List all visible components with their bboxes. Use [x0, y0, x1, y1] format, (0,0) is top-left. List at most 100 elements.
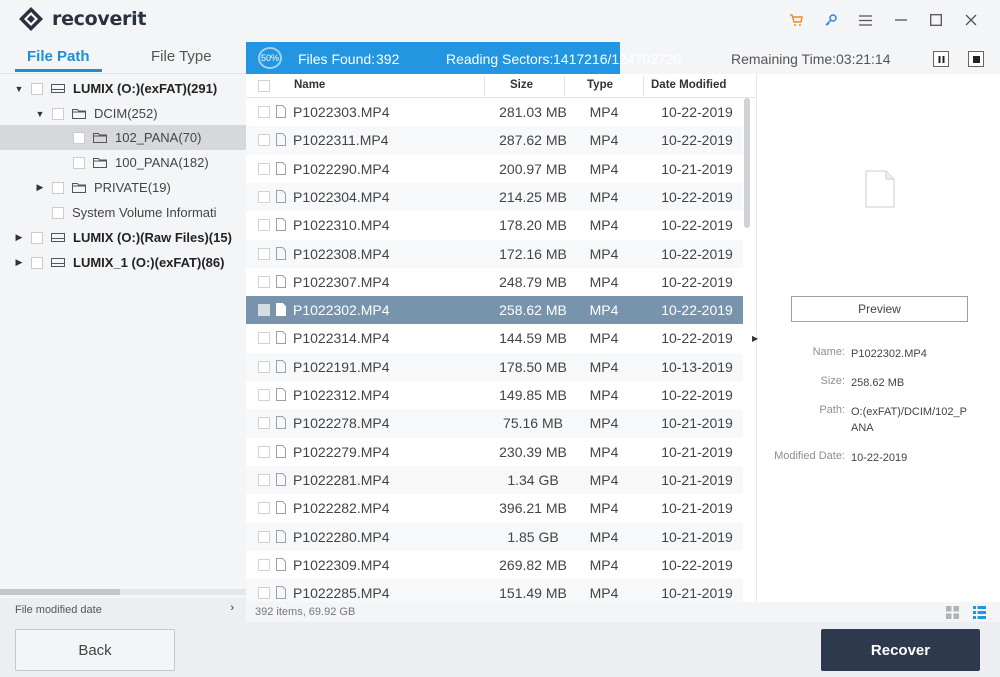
table-row[interactable]: P1022309.MP4 269.82 MB MP4 10-22-2019	[246, 551, 743, 579]
file-type: MP4	[589, 217, 619, 234]
file-modified-date-filter[interactable]: File modified date ›	[0, 598, 246, 622]
row-checkbox[interactable]	[258, 473, 270, 486]
chevron-down-icon[interactable]: ▼	[13, 84, 25, 94]
maximize-icon[interactable]	[918, 8, 953, 32]
table-row[interactable]: P1022303.MP4 281.03 MB MP4 10-22-2019	[246, 98, 743, 126]
row-checkbox[interactable]	[258, 134, 270, 147]
file-size: 230.39 MB	[499, 443, 567, 460]
table-row[interactable]: P1022307.MP4 248.79 MB MP4 10-22-2019	[246, 268, 743, 296]
table-row[interactable]: P1022280.MP4 1.85 GB MP4 10-21-2019	[246, 522, 743, 551]
tree-checkbox[interactable]	[31, 82, 43, 95]
tree-item-102-pana[interactable]: 102_PANA(70)	[0, 125, 246, 150]
tree-checkbox[interactable]	[73, 131, 85, 144]
tree-item-system-volume[interactable]: System Volume Informati	[0, 200, 246, 225]
row-checkbox[interactable]	[258, 275, 270, 288]
tab-file-path[interactable]: File Path	[15, 48, 101, 72]
column-header-type[interactable]: Type	[587, 79, 613, 91]
pause-button[interactable]	[933, 51, 949, 67]
tree-checkbox[interactable]	[31, 256, 43, 269]
row-checkbox[interactable]	[258, 417, 270, 430]
table-row[interactable]: P1022312.MP4 149.85 MB MP4 10-22-2019	[246, 381, 743, 409]
row-checkbox[interactable]	[258, 360, 270, 373]
preview-button[interactable]: Preview	[791, 296, 968, 322]
table-row[interactable]: P1022278.MP4 75.16 MB MP4 10-21-2019	[246, 409, 743, 438]
key-icon[interactable]	[813, 8, 848, 32]
row-checkbox[interactable]	[258, 445, 270, 458]
file-type: MP4	[589, 415, 619, 432]
table-row[interactable]: P1022285.MP4 151.49 MB MP4 10-21-2019	[246, 579, 743, 602]
app-logo: recoverit	[18, 6, 146, 32]
tab-file-type[interactable]: File Type	[151, 48, 212, 65]
tree-checkbox[interactable]	[52, 107, 64, 120]
table-row[interactable]: P1022279.MP4 230.39 MB MP4 10-21-2019	[246, 438, 743, 466]
tree-item-private[interactable]: ▶ PRIVATE(19)	[0, 175, 246, 200]
file-name: P1022303.MP4	[293, 104, 390, 120]
tree-checkbox[interactable]	[31, 231, 43, 244]
table-row[interactable]: P1022310.MP4 178.20 MB MP4 10-22-2019	[246, 211, 743, 239]
file-name: P1022309.MP4	[293, 556, 390, 573]
row-checkbox[interactable]	[258, 587, 270, 600]
table-row[interactable]: P1022191.MP4 178.50 MB MP4 10-13-2019	[246, 352, 743, 381]
file-size: 248.79 MB	[499, 273, 567, 290]
tree-item-100-pana[interactable]: 100_PANA(182)	[0, 150, 246, 175]
table-row[interactable]: P1022302.MP4 258.62 MB MP4 10-22-2019	[246, 296, 743, 325]
row-checkbox[interactable]	[258, 558, 270, 571]
close-icon[interactable]	[953, 8, 988, 32]
back-button[interactable]: Back	[15, 629, 175, 671]
tree-item-lumix-raw[interactable]: ▶ LUMIX (O:)(Raw Files)(15)	[0, 225, 246, 250]
file-type: MP4	[589, 188, 619, 205]
table-row[interactable]: P1022304.MP4 214.25 MB MP4 10-22-2019	[246, 182, 743, 212]
table-row[interactable]: P1022308.MP4 172.16 MB MP4 10-22-2019	[246, 239, 743, 268]
tree-checkbox[interactable]	[52, 206, 64, 219]
table-row[interactable]: P1022314.MP4 144.59 MB MP4 10-22-2019	[246, 324, 743, 352]
table-vertical-scrollbar[interactable]	[744, 98, 750, 228]
file-type: MP4	[589, 273, 619, 290]
column-header-size[interactable]: Size	[510, 79, 533, 91]
chevron-right-icon[interactable]: ▶	[13, 257, 25, 268]
file-icon	[276, 359, 286, 373]
file-size: 178.50 MB	[499, 358, 567, 375]
folder-icon	[72, 183, 86, 193]
stop-button[interactable]	[968, 51, 984, 67]
row-checkbox[interactable]	[258, 190, 270, 203]
tree-checkbox[interactable]	[73, 156, 85, 169]
chevron-right-icon[interactable]: ▶	[34, 182, 46, 193]
row-checkbox[interactable]	[258, 162, 270, 175]
list-view-icon[interactable]	[973, 606, 986, 619]
column-header-date-modified[interactable]: Date Modified	[651, 79, 726, 91]
tree-item-dcim[interactable]: ▼ DCIM(252)	[0, 101, 246, 126]
table-row[interactable]: P1022311.MP4 287.62 MB MP4 10-22-2019	[246, 126, 743, 155]
table-row[interactable]: P1022281.MP4 1.34 GB MP4 10-21-2019	[246, 465, 743, 495]
file-date: 10-22-2019	[661, 273, 733, 290]
table-row[interactable]: P1022290.MP4 200.97 MB MP4 10-21-2019	[246, 155, 743, 183]
cart-icon[interactable]	[778, 8, 813, 32]
grid-view-icon[interactable]	[946, 606, 959, 619]
row-checkbox[interactable]	[258, 106, 270, 118]
file-name: P1022281.MP4	[293, 471, 390, 488]
file-icon	[276, 331, 286, 345]
table-row[interactable]: P1022282.MP4 396.21 MB MP4 10-21-2019	[246, 494, 743, 522]
tree-item-lumix-1[interactable]: ▶ LUMIX_1 (O:)(exFAT)(86)	[0, 250, 246, 275]
menu-icon[interactable]	[848, 8, 883, 32]
tree-item-lumix-exfat[interactable]: ▼ LUMIX (O:)(exFAT)(291)	[0, 76, 246, 101]
row-checkbox[interactable]	[258, 247, 270, 260]
minimize-icon[interactable]	[883, 8, 918, 32]
row-checkbox[interactable]	[258, 219, 270, 232]
chevron-down-icon[interactable]: ▼	[34, 109, 46, 119]
row-checkbox[interactable]	[258, 502, 270, 515]
select-all-checkbox[interactable]	[258, 80, 270, 92]
recover-button[interactable]: Recover	[821, 629, 980, 671]
row-checkbox[interactable]	[258, 389, 270, 401]
row-checkbox[interactable]	[258, 332, 270, 345]
tree-horizontal-scrollbar[interactable]	[0, 589, 246, 595]
chevron-right-icon[interactable]: ▶	[13, 232, 25, 243]
tree-checkbox[interactable]	[52, 181, 64, 194]
column-header-name[interactable]: Name	[294, 79, 325, 91]
file-date: 10-22-2019	[661, 132, 733, 149]
collapse-preview-icon[interactable]: ▶	[752, 334, 758, 343]
row-checkbox[interactable]	[258, 304, 270, 317]
scrollbar-thumb[interactable]	[0, 589, 120, 595]
file-size: 287.62 MB	[499, 132, 567, 149]
row-checkbox[interactable]	[258, 530, 270, 543]
tree-item-label: DCIM(252)	[94, 106, 158, 121]
